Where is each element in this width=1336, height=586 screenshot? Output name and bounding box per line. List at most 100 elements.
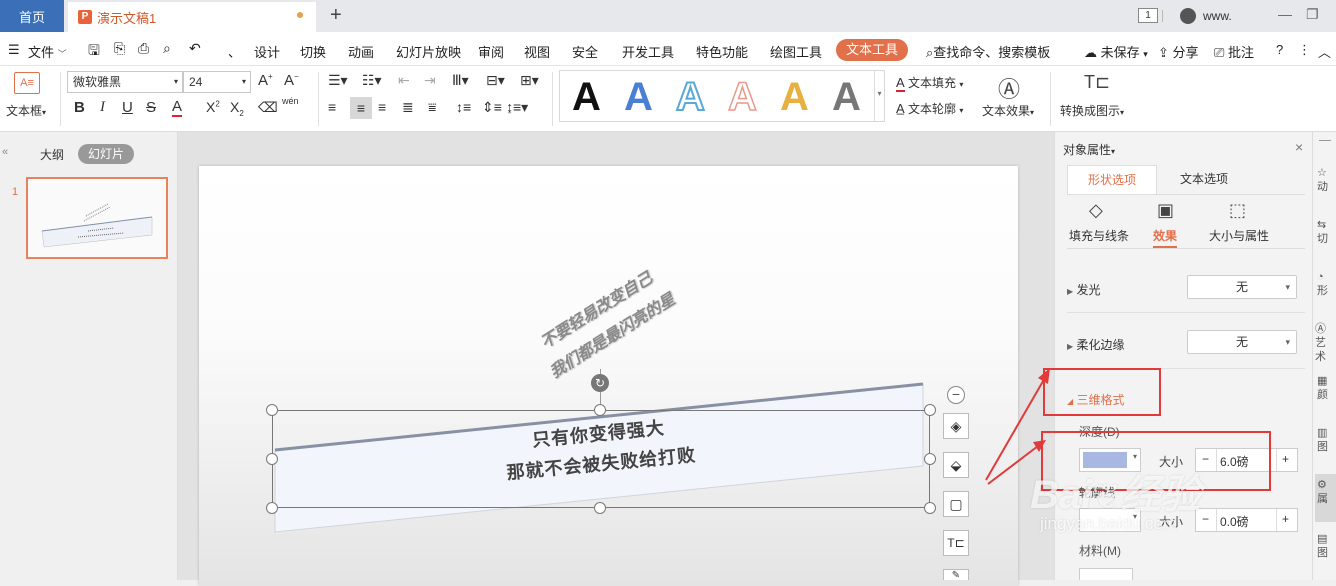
align-text-icon[interactable]: ⊞▾ xyxy=(520,72,539,89)
convert-diagram-icon[interactable]: T⊏ xyxy=(1084,72,1110,93)
panel-title[interactable]: 对象属性▾ xyxy=(1063,141,1115,158)
fill-icon[interactable]: ⬙ xyxy=(943,452,969,478)
spacing-options-icon[interactable]: ↨≡▾ xyxy=(506,99,528,116)
edit-icon[interactable]: ✎ xyxy=(943,569,969,580)
menu-review[interactable]: 审阅 xyxy=(478,42,504,61)
contour-size-value[interactable]: 0.0磅 xyxy=(1220,513,1249,530)
text-fill-button[interactable]: A 文本填充 ▾ xyxy=(896,74,963,92)
resize-handle[interactable] xyxy=(594,502,606,514)
increase-indent-icon[interactable]: ⇥ xyxy=(424,72,436,89)
soft-edges-select[interactable]: 无 ▾ xyxy=(1187,330,1297,354)
collapse-float-toolbar-icon[interactable]: − xyxy=(947,386,965,404)
increment-icon[interactable]: + xyxy=(1282,452,1289,466)
page-count-badge[interactable]: 1 xyxy=(1138,8,1158,23)
wordart-style-black[interactable]: A xyxy=(572,75,601,120)
numbered-list-icon[interactable]: ☷▾ xyxy=(362,72,382,89)
wordart-style-outline-blue[interactable]: A xyxy=(675,74,706,120)
tab-document[interactable]: P 演示文稿1 xyxy=(68,2,316,32)
menu-view[interactable]: 视图 xyxy=(524,42,550,61)
avatar[interactable] xyxy=(1180,8,1196,24)
menu-text-tools[interactable]: 文本工具 xyxy=(836,39,908,61)
tab-shape-options[interactable]: 形状选项 xyxy=(1067,165,1157,195)
align-center-icon[interactable]: ≡ xyxy=(350,97,372,119)
unsaved-button[interactable]: ☁ 未保存 ▾ xyxy=(1084,42,1148,61)
sidebar-item-animation[interactable]: ☆ 动 xyxy=(1317,166,1328,194)
share-button[interactable]: ⇪ 分享 xyxy=(1158,42,1199,61)
comment-button[interactable]: ⎚ 批注 xyxy=(1214,42,1254,61)
text-outline-button[interactable]: A̲ 文本轮廓 ▾ xyxy=(896,100,963,117)
phonetic-icon[interactable]: wén xyxy=(282,96,299,106)
resize-handle[interactable] xyxy=(924,404,936,416)
tab-text-options[interactable]: 文本选项 xyxy=(1159,165,1249,195)
sidebar-item-properties[interactable]: ⚙ 属 xyxy=(1315,474,1336,522)
resize-handle[interactable] xyxy=(594,404,606,416)
column-icon[interactable]: Ⅲ▾ xyxy=(452,72,469,89)
menu-transition[interactable]: 切换 xyxy=(300,42,326,61)
eraser-icon[interactable]: ⌫ xyxy=(258,99,278,116)
menu-file[interactable]: 文件 ﹀ xyxy=(28,42,67,61)
align-right-icon[interactable]: ≡ xyxy=(378,99,386,115)
new-tab-button[interactable]: + xyxy=(330,4,342,27)
justify-icon[interactable]: ≣ xyxy=(402,99,414,116)
superscript-icon[interactable]: X2 xyxy=(206,99,220,115)
textbox-button[interactable]: 文本框▾ xyxy=(6,102,46,119)
outline-icon[interactable]: ▢ xyxy=(943,491,969,517)
line-spacing-icon[interactable]: ↕≡ xyxy=(456,99,471,115)
gallery-expand-icon[interactable]: ▾ xyxy=(874,71,884,121)
italic-icon[interactable]: I xyxy=(100,99,105,116)
distribute-icon[interactable]: ⩸ xyxy=(428,99,437,116)
text-effect-icon[interactable]: Ⓐ xyxy=(998,72,1020,104)
font-size-select[interactable]: 24 ▾ xyxy=(183,71,251,93)
print-icon[interactable]: ⎙ xyxy=(138,40,149,57)
minimize-icon[interactable]: — xyxy=(1278,6,1292,22)
menu-drawing-tools[interactable]: 绘图工具 xyxy=(770,42,822,61)
close-icon[interactable]: × xyxy=(1295,139,1303,155)
decrement-icon[interactable]: − xyxy=(1202,512,1209,526)
text-format-icon[interactable]: T⊏ xyxy=(943,530,969,556)
save-icon[interactable]: 🖫 xyxy=(88,40,100,64)
search-command[interactable]: ⌕查找命令、搜索模板 xyxy=(926,42,1050,61)
sidebar-item-color[interactable]: ▦ 颜 xyxy=(1317,374,1328,402)
decrease-indent-icon[interactable]: ⇤ xyxy=(398,72,410,89)
glow-select[interactable]: 无 ▾ xyxy=(1187,275,1297,299)
glow-section[interactable]: ▶ 发光 xyxy=(1067,281,1101,298)
subscript-icon[interactable]: X2 xyxy=(230,99,244,118)
layers-icon[interactable]: ◈ xyxy=(943,413,969,439)
underline-icon[interactable]: U xyxy=(122,99,133,116)
slide[interactable]: 不要轻易改变自己 我们都是最闪亮的星 ↻ 只有你变得强大 那就不会被失败给打败 xyxy=(199,166,1018,586)
print-preview-icon[interactable]: ⌕ xyxy=(163,40,171,57)
sidebar-item-image[interactable]: ▤ 图 xyxy=(1317,532,1328,560)
strikethrough-icon[interactable]: S xyxy=(146,99,156,116)
more-icon[interactable]: 、 xyxy=(228,42,241,61)
contour-size-stepper[interactable]: − 0.0磅 + xyxy=(1195,508,1298,532)
cloud-save-icon[interactable]: ⎘ xyxy=(114,40,125,57)
font-color-icon[interactable]: A xyxy=(172,99,183,117)
menu-animation[interactable]: 动画 xyxy=(348,42,374,61)
font-name-select[interactable]: 微软雅黑 ▾ xyxy=(67,71,183,93)
menu-slideshow[interactable]: 幻灯片放映 xyxy=(396,42,461,61)
bold-icon[interactable]: B xyxy=(74,99,85,116)
textbox-icon[interactable]: A≡ xyxy=(14,72,40,94)
subtab-effect[interactable]: 效果 xyxy=(1153,227,1178,248)
increase-font-icon[interactable]: A+ xyxy=(258,72,273,89)
wordart-style-gold[interactable]: A xyxy=(780,75,809,120)
resize-handle[interactable] xyxy=(924,453,936,465)
resize-handle[interactable] xyxy=(266,404,278,416)
text-effect-button[interactable]: 文本效果▾ xyxy=(982,102,1034,119)
editing-canvas[interactable]: 不要轻易改变自己 我们都是最闪亮的星 ↻ 只有你变得强大 那就不会被失败给打败 … xyxy=(178,132,1054,586)
slide-thumbnail[interactable] xyxy=(26,177,168,259)
menu-security[interactable]: 安全 xyxy=(572,42,598,61)
wordart-style-blue[interactable]: A xyxy=(624,75,653,120)
slanted-shape[interactable] xyxy=(199,166,1018,586)
soft-edges-section[interactable]: ▶ 柔化边缘 xyxy=(1067,336,1125,353)
paragraph-spacing-icon[interactable]: ⇕≡ xyxy=(482,99,502,116)
decrease-font-icon[interactable]: A− xyxy=(284,72,299,89)
text-direction-icon[interactable]: ⊟▾ xyxy=(486,72,505,89)
resize-handle[interactable] xyxy=(924,502,936,514)
menu-features[interactable]: 特色功能 xyxy=(696,42,748,61)
rotate-handle-icon[interactable]: ↻ xyxy=(591,374,609,392)
material-select[interactable] xyxy=(1079,568,1133,580)
collapse-panel-icon[interactable]: « xyxy=(2,146,8,158)
tab-home[interactable]: 首页 xyxy=(0,0,64,32)
resize-handle[interactable] xyxy=(266,453,278,465)
